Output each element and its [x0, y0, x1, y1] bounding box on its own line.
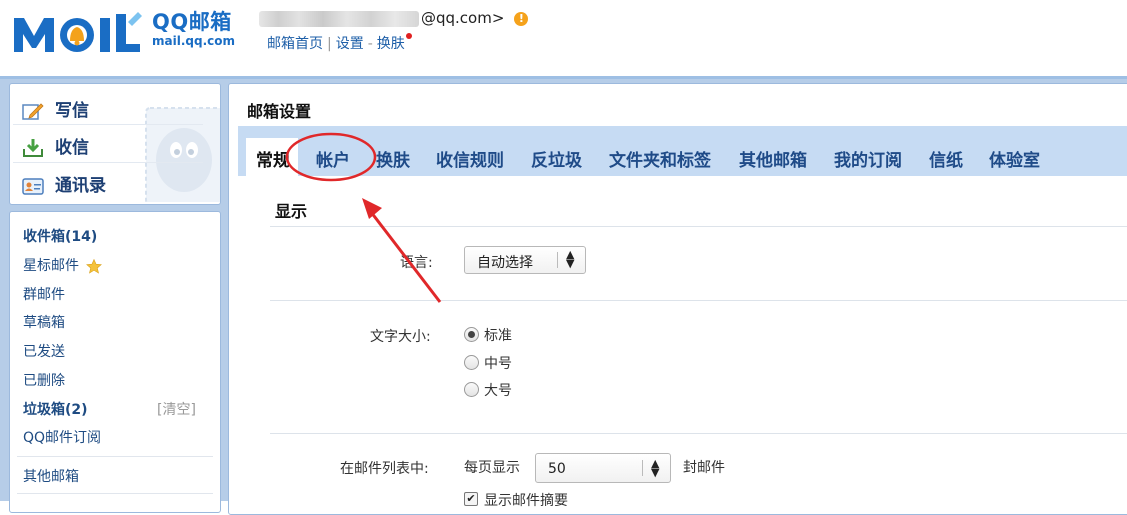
- show-summary-label: 显示邮件摘要: [484, 493, 568, 509]
- tab-lab[interactable]: 体验室: [989, 146, 1040, 171]
- folder-sent[interactable]: 已发送: [23, 341, 65, 361]
- mail-list-label: 在邮件列表中:: [340, 461, 429, 477]
- top-header: QQ邮箱 mail.qq.com @qq.com>! 邮箱首页 | 设置 - 换肤: [0, 0, 1127, 76]
- select-divider: [557, 252, 558, 268]
- per-page-suffix: 封邮件: [683, 460, 725, 476]
- link-separator: |: [327, 36, 332, 52]
- contacts-button[interactable]: 通讯录: [22, 171, 106, 196]
- font-size-medium-label: 中号: [484, 356, 512, 372]
- skin-link[interactable]: 换肤: [377, 36, 405, 52]
- brand-name: QQ邮箱: [152, 10, 232, 34]
- per-page-prefix: 每页显示: [464, 460, 520, 476]
- home-link[interactable]: 邮箱首页: [267, 36, 323, 52]
- font-size-large-label: 大号: [484, 383, 512, 399]
- penguin-stamp-icon: [145, 107, 220, 202]
- font-size-label: 文字大小:: [370, 329, 431, 345]
- new-dot-icon: [405, 33, 412, 39]
- top-links: 邮箱首页 | 设置 - 换肤: [267, 33, 412, 53]
- select-updown-icon: ▲ ▼: [566, 248, 575, 270]
- compose-button[interactable]: 写信: [22, 96, 89, 121]
- folder-group[interactable]: 群邮件: [23, 284, 65, 304]
- font-size-standard-label: 标准: [484, 328, 512, 344]
- folder-subscriptions[interactable]: QQ邮件订阅: [23, 427, 101, 447]
- select-updown-icon: ▲ ▼: [651, 457, 660, 479]
- brand-domain: mail.qq.com: [152, 34, 235, 48]
- blurred-username: [259, 10, 419, 27]
- tab-account[interactable]: 帐户: [316, 146, 350, 171]
- folder-inbox[interactable]: 收件箱(14): [23, 226, 97, 246]
- section-divider: [270, 300, 1127, 301]
- spam-clear-link[interactable]: [清空]: [157, 399, 196, 419]
- contacts-label: 通讯录: [55, 176, 106, 196]
- account-line: @qq.com>!: [259, 9, 529, 27]
- warning-icon[interactable]: !: [514, 11, 529, 26]
- language-select[interactable]: 自动选择 ▲ ▼: [464, 246, 586, 274]
- font-size-large-radio[interactable]: [464, 382, 479, 397]
- account-email: @qq.com>: [421, 9, 505, 27]
- per-page-value: 50: [548, 461, 566, 477]
- font-size-standard-radio[interactable]: [464, 327, 479, 342]
- nav-divider: [13, 124, 203, 125]
- folder-starred[interactable]: 星标邮件: [23, 255, 103, 275]
- tab-general[interactable]: 常规: [256, 146, 290, 171]
- show-summary-checkbox[interactable]: ✔: [464, 492, 478, 506]
- tab-stationery[interactable]: 信纸: [929, 146, 963, 171]
- compose-icon: [22, 103, 44, 120]
- language-label: 语言:: [400, 255, 433, 271]
- receive-button[interactable]: 收信: [22, 133, 89, 158]
- font-size-medium-radio[interactable]: [464, 355, 479, 370]
- folder-divider: [17, 456, 213, 457]
- section-divider: [270, 433, 1127, 434]
- star-icon: [86, 258, 103, 274]
- receive-label: 收信: [55, 138, 89, 158]
- tab-skin[interactable]: 换肤: [376, 146, 410, 171]
- settings-title: 邮箱设置: [247, 102, 312, 121]
- language-value: 自动选择: [477, 255, 533, 271]
- nav-divider: [13, 162, 203, 163]
- folder-drafts[interactable]: 草稿箱: [23, 312, 65, 332]
- contacts-card-icon: [22, 178, 44, 195]
- folder-other-mailboxes[interactable]: 其他邮箱: [23, 466, 79, 486]
- folder-deleted[interactable]: 已删除: [23, 370, 65, 390]
- folder-spam[interactable]: 垃圾箱(2): [23, 399, 88, 419]
- logo-text: QQ邮箱 mail.qq.com: [152, 10, 235, 48]
- select-divider: [642, 460, 643, 476]
- tab-folders-labels[interactable]: 文件夹和标签: [609, 146, 711, 171]
- tab-my-subscriptions[interactable]: 我的订阅: [834, 146, 902, 171]
- settings-link[interactable]: 设置: [336, 36, 364, 52]
- folder-starred-label: 星标邮件: [23, 258, 79, 274]
- inbox-download-icon: [23, 139, 43, 157]
- section-divider: [270, 226, 1127, 227]
- section-title-display: 显示: [275, 202, 308, 221]
- tab-filter-rules[interactable]: 收信规则: [436, 146, 504, 171]
- compose-label: 写信: [55, 101, 89, 121]
- tab-other-mailboxes[interactable]: 其他邮箱: [739, 146, 807, 171]
- tab-anti-spam[interactable]: 反垃圾: [531, 146, 582, 171]
- folder-divider: [17, 493, 213, 494]
- frame-top-strip: [0, 76, 1127, 79]
- per-page-select[interactable]: 50 ▲ ▼: [535, 453, 671, 483]
- link-dash: -: [367, 36, 373, 52]
